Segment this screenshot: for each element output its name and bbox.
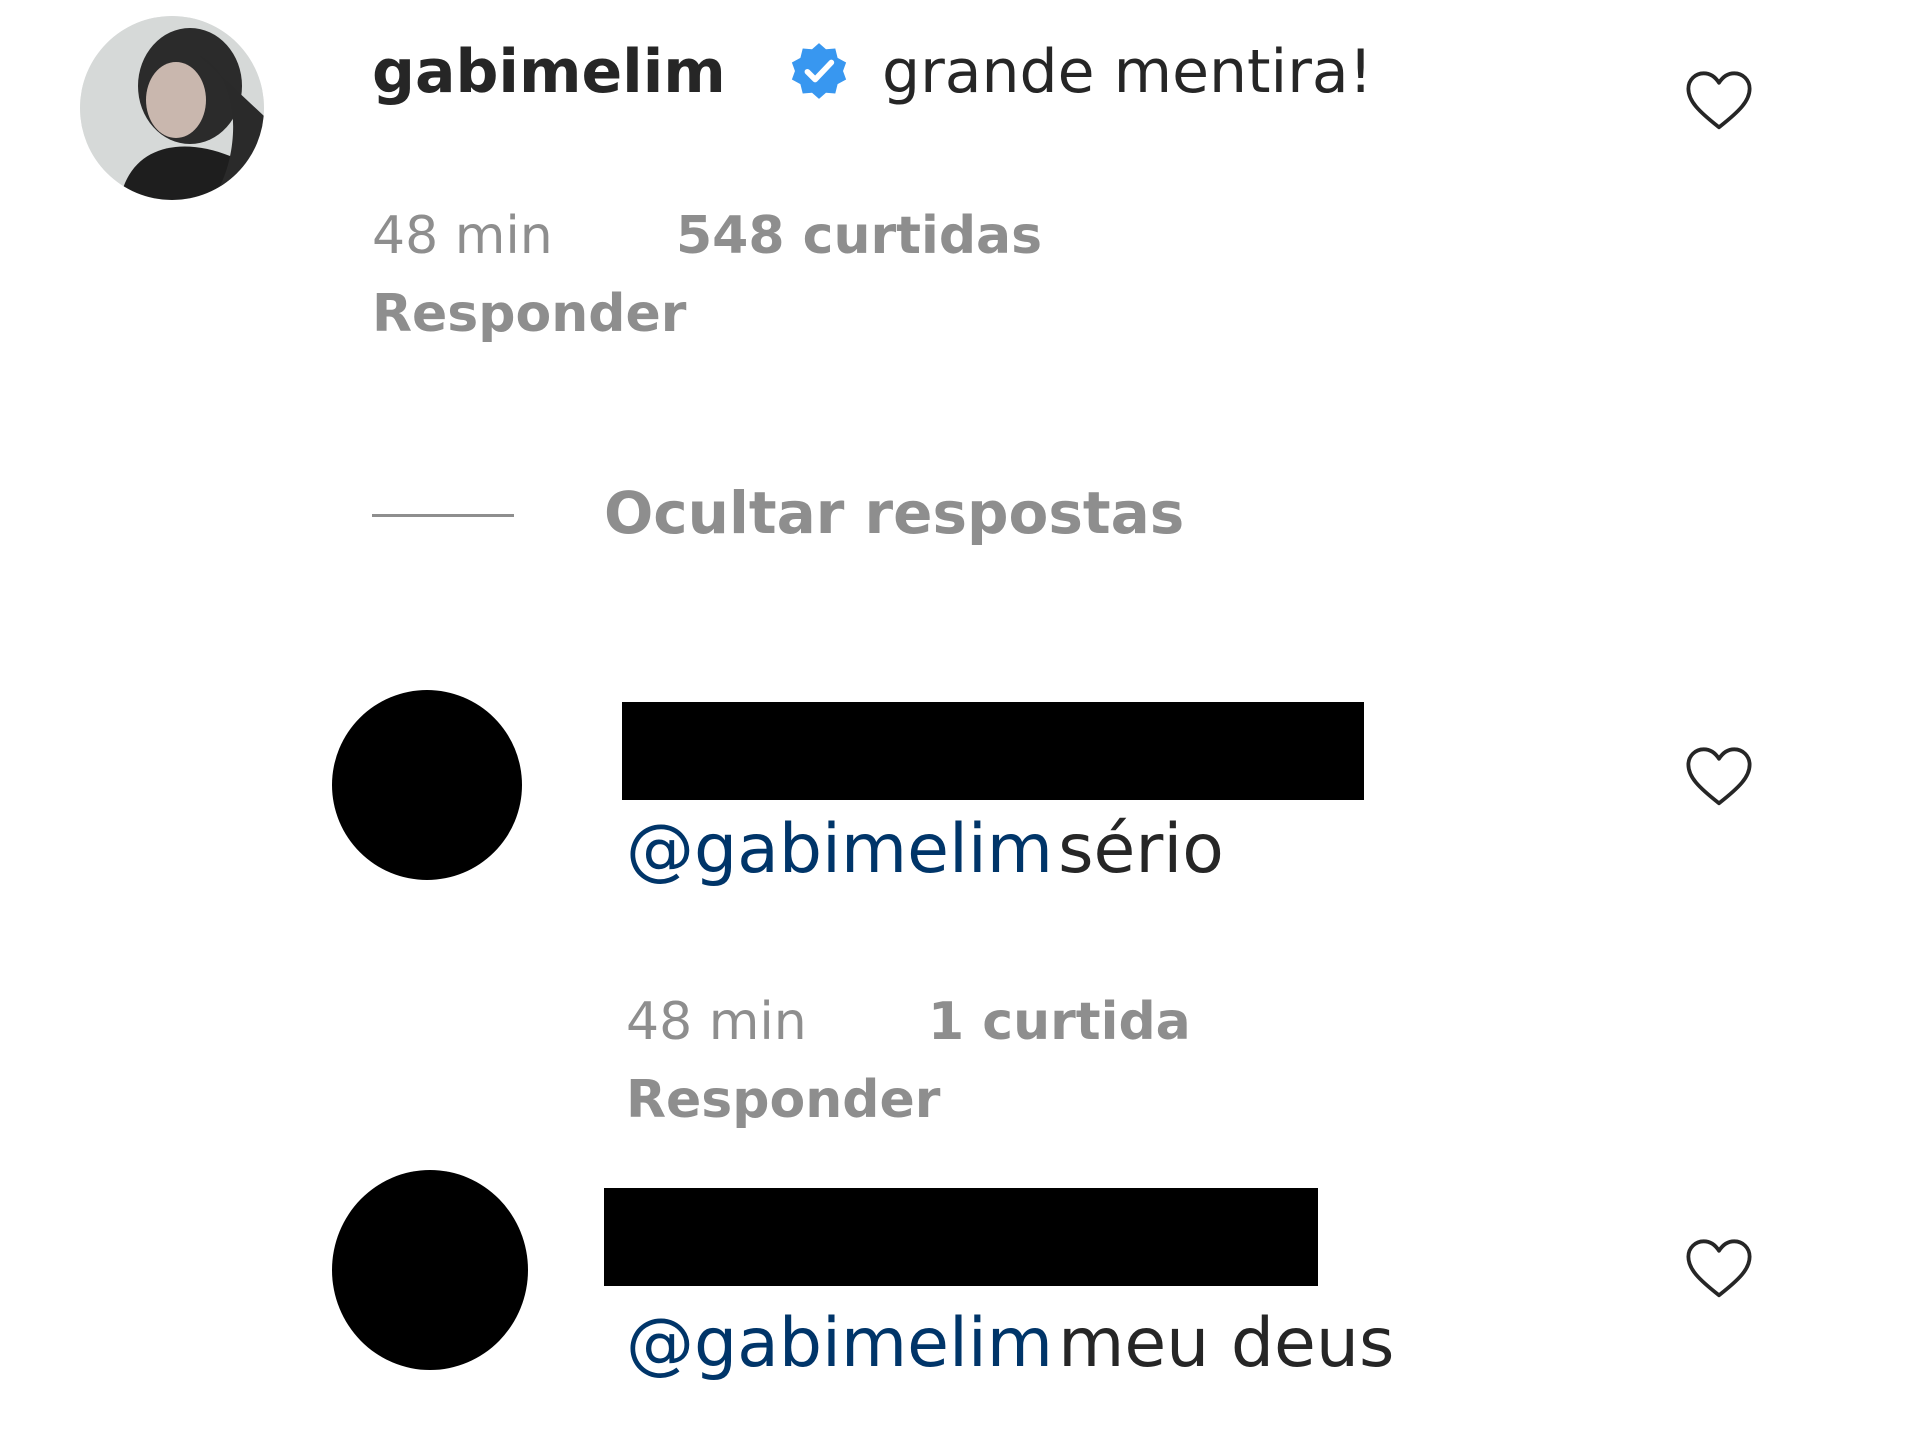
reply-reply-button[interactable]: Responder [626, 1074, 940, 1126]
reply-likes-count[interactable]: 1 curtida [928, 996, 1191, 1048]
reply-text-line: @gabimelim sério [626, 816, 1224, 884]
reply-text: meu deus [1058, 1304, 1395, 1383]
hide-replies-button[interactable]: Ocultar respostas [604, 484, 1184, 542]
reply-avatar-redacted[interactable] [332, 1170, 528, 1370]
reply-text-line: @gabimelim meu deus [626, 1310, 1394, 1378]
reply-username-redacted [622, 702, 1364, 800]
comment-username[interactable]: gabimelim [372, 42, 726, 102]
verified-badge-icon [791, 43, 847, 99]
replies-divider-line [372, 514, 514, 517]
reply-button[interactable]: Responder [372, 288, 686, 340]
like-heart-icon[interactable] [1684, 68, 1754, 134]
avatar[interactable] [80, 16, 264, 200]
comment-likes-count[interactable]: 548 curtidas [676, 210, 1042, 262]
reply-mention-link[interactable]: @gabimelim [626, 810, 1053, 889]
reply-username-redacted [604, 1188, 1318, 1286]
reply-mention-link[interactable]: @gabimelim [626, 1304, 1053, 1383]
reply-avatar-redacted[interactable] [332, 690, 522, 880]
comment-time[interactable]: 48 min [372, 210, 553, 262]
reply-like-heart-icon[interactable] [1684, 1236, 1754, 1302]
profile-photo [80, 16, 264, 200]
reply-time[interactable]: 48 min [626, 996, 807, 1048]
reply-like-heart-icon[interactable] [1684, 744, 1754, 810]
reply-text: sério [1058, 810, 1224, 889]
comment-text: grande mentira! [882, 37, 1373, 107]
